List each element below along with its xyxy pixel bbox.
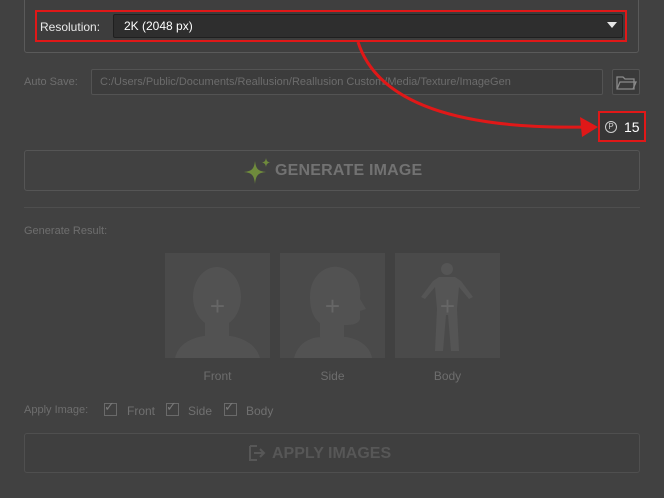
body-thumbnail-label: Body [433, 369, 462, 383]
add-body-icon[interactable]: + [395, 291, 500, 322]
annotation-arrow [356, 41, 598, 137]
front-thumbnail-label: Front [203, 369, 232, 383]
front-checkbox-label[interactable]: Front [127, 404, 155, 418]
add-side-icon[interactable]: + [280, 291, 385, 322]
sparkle-icon [244, 158, 270, 184]
add-front-icon[interactable]: + [165, 291, 270, 322]
apply-image-label: Apply Image: [24, 404, 89, 416]
checkmark-icon: ✓ [166, 399, 177, 414]
apply-images-label: APPLY IMAGES [272, 445, 392, 462]
generate-result-label: Generate Result: [24, 225, 108, 237]
body-checkbox-label[interactable]: Body [246, 404, 273, 418]
section-divider [24, 207, 640, 208]
points-value: 15 [624, 119, 640, 135]
side-checkbox-label[interactable]: Side [188, 404, 212, 418]
apply-import-icon [249, 445, 266, 461]
points-coin-icon: P [605, 121, 617, 133]
generate-image-label: GENERATE IMAGE [275, 162, 423, 179]
side-thumbnail-label: Side [320, 369, 345, 383]
checkmark-icon: ✓ [224, 399, 235, 414]
checkmark-icon: ✓ [104, 399, 115, 414]
